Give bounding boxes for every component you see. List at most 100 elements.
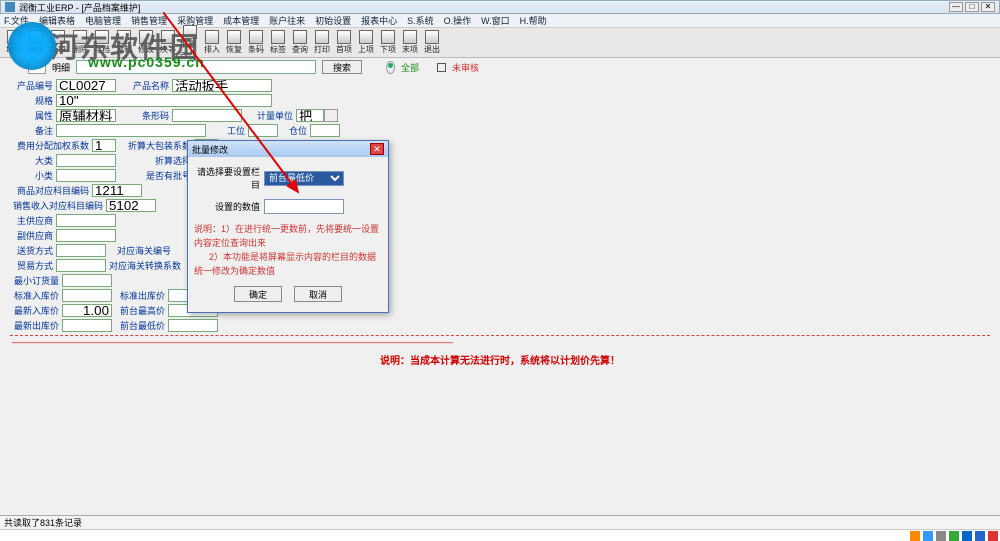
tb-prev[interactable]: 上项	[356, 30, 376, 55]
sales-acct-field[interactable]	[106, 199, 156, 212]
remark-field[interactable]	[56, 124, 206, 137]
tray-icon[interactable]	[923, 531, 933, 541]
tb-exit[interactable]: 退出	[422, 30, 442, 55]
next-icon	[381, 30, 395, 44]
batch-label: 是否有批号	[116, 169, 194, 182]
status-text: 共读取了831条记录	[4, 518, 82, 528]
window-max-button[interactable]: □	[965, 2, 979, 12]
menu-system[interactable]: S.系统	[407, 14, 434, 27]
save-icon	[95, 30, 109, 44]
spec-field[interactable]	[56, 94, 272, 107]
dialog-ok-button[interactable]: 确定	[234, 286, 282, 302]
check-icon	[29, 30, 43, 44]
std-in-field[interactable]	[62, 289, 112, 302]
menu-help[interactable]: H.帮助	[520, 14, 547, 27]
menu-init[interactable]: 初始设置	[315, 14, 351, 27]
dialog-close-button[interactable]: ✕	[370, 143, 384, 155]
small-cat-field[interactable]	[56, 169, 116, 182]
tb-delete[interactable]: 删除	[70, 30, 90, 55]
window-close-button[interactable]: ✕	[981, 2, 995, 12]
app-icon	[5, 2, 15, 12]
unit-picker[interactable]	[324, 109, 338, 122]
tb-copy[interactable]: 复制	[114, 30, 134, 55]
menu-operate[interactable]: O.操作	[444, 14, 472, 27]
fg-low-field[interactable]	[168, 319, 218, 332]
window-title: 润衡工业ERP - [产品档案维护]	[19, 1, 140, 14]
trash-icon	[73, 30, 87, 44]
tb-restore[interactable]: 恢复	[224, 30, 244, 55]
print-icon	[315, 30, 329, 44]
customs-code-label: 对应海关编号	[106, 244, 174, 257]
tb-unaudit[interactable]: 反审	[48, 30, 68, 55]
trade-mode-label: 贸易方式	[6, 259, 56, 272]
unit-field[interactable]	[296, 109, 324, 122]
dialog-value-input[interactable]	[264, 199, 344, 214]
goods-acct-field[interactable]	[92, 184, 142, 197]
big-cat-field[interactable]	[56, 154, 116, 167]
os-taskbar	[0, 529, 1000, 541]
tray-icon[interactable]	[988, 531, 998, 541]
cost-coef-label: 费用分配加权系数	[6, 139, 92, 152]
menu-account[interactable]: 账户往来	[269, 14, 305, 27]
tb-first[interactable]: 首项	[334, 30, 354, 55]
menu-computer[interactable]: 电脑管理	[85, 14, 121, 27]
prev-icon	[359, 30, 373, 44]
big-cat-label: 大类	[6, 154, 56, 167]
tray-icon[interactable]	[975, 531, 985, 541]
tb-save[interactable]: 存档	[92, 30, 112, 55]
tb-print[interactable]: 打印	[312, 30, 332, 55]
trade-mode-field[interactable]	[56, 259, 106, 272]
attr-field[interactable]	[56, 109, 116, 122]
menu-bar: F.文件 编辑表格 电脑管理 销售管理 采购管理 成本管理 账户往来 初始设置 …	[0, 14, 1000, 28]
tb-audit[interactable]: 申核	[26, 30, 46, 55]
radio-all[interactable]	[386, 61, 395, 74]
window-min-button[interactable]: —	[949, 2, 963, 12]
tb-filter[interactable]: 决等	[158, 30, 178, 55]
tb-next[interactable]: 下项	[378, 30, 398, 55]
dialog-column-select[interactable]: 前台最低价	[264, 171, 344, 186]
product-name-field[interactable]	[172, 79, 272, 92]
sub-supplier-label: 副供应商	[6, 229, 56, 242]
product-code-field[interactable]	[56, 79, 116, 92]
tb-label[interactable]: 标签	[268, 30, 288, 55]
last-out-field[interactable]	[62, 319, 112, 332]
last-icon	[403, 30, 417, 44]
tray-moon-icon[interactable]	[936, 531, 946, 541]
cost-coef-field[interactable]	[92, 139, 116, 152]
store-field[interactable]	[310, 124, 340, 137]
menu-file[interactable]: F.文件	[4, 14, 29, 27]
menu-edit[interactable]: 编辑表格	[39, 14, 75, 27]
tb-barcode[interactable]: 条码	[246, 30, 266, 55]
calc-sel-label: 折算选择	[116, 154, 194, 167]
dialog-titlebar[interactable]: 批量修改 ✕	[188, 141, 388, 157]
tb-last[interactable]: 末项	[400, 30, 420, 55]
search-button[interactable]: 搜索	[322, 60, 362, 74]
barcode-field[interactable]	[172, 109, 242, 122]
dialog-cancel-button[interactable]: 取消	[294, 286, 342, 302]
last-in-field[interactable]	[62, 304, 112, 317]
tray-icon[interactable]	[962, 531, 972, 541]
row-handle[interactable]	[28, 60, 46, 74]
menu-report[interactable]: 报表中心	[361, 14, 397, 27]
ship-mode-field[interactable]	[56, 244, 106, 257]
station-field[interactable]	[248, 124, 278, 137]
tb-query[interactable]: 查询	[290, 30, 310, 55]
pack-coef-label: 折算大包装系数	[116, 139, 194, 152]
main-supplier-field[interactable]	[56, 214, 116, 227]
tb-add[interactable]: 增加	[4, 30, 24, 55]
remark-label: 备注	[6, 124, 56, 137]
min-qty-field[interactable]	[62, 274, 112, 287]
tb-edit[interactable]: 修改	[136, 30, 156, 55]
menu-sales[interactable]: 销售管理	[131, 14, 167, 27]
warn-line: ————————————————————————————————————————…	[6, 336, 994, 348]
chk-unaudited[interactable]	[437, 63, 446, 72]
tray-icon[interactable]	[949, 531, 959, 541]
tb-import[interactable]: 排入	[202, 30, 222, 55]
station-label: 工位	[206, 124, 248, 137]
menu-window[interactable]: W.窗口	[481, 14, 510, 27]
main-supplier-label: 主供应商	[6, 214, 56, 227]
batch-icon	[183, 25, 197, 39]
menu-cost[interactable]: 成本管理	[223, 14, 259, 27]
sub-supplier-field[interactable]	[56, 229, 116, 242]
tray-icon[interactable]	[910, 531, 920, 541]
